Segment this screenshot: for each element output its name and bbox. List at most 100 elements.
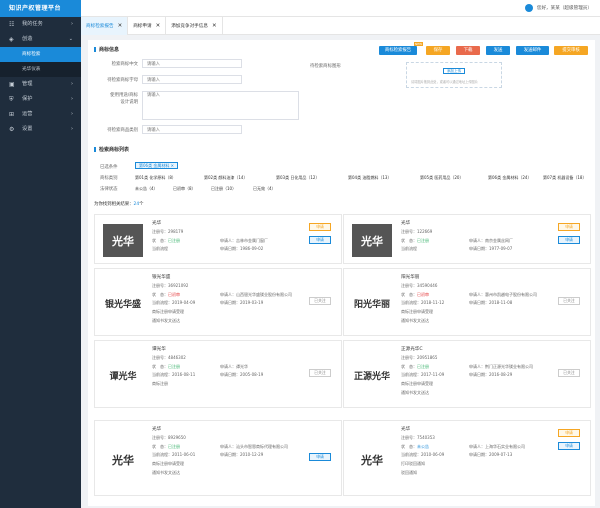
apply-date-value: 1986-09-02 bbox=[240, 246, 264, 251]
class-option[interactable]: 第07类 机器设备（18） bbox=[543, 175, 586, 181]
field-label: 注册号： bbox=[152, 355, 168, 360]
card-action-button[interactable]: 申请 bbox=[309, 453, 331, 461]
class-option[interactable]: 第02类 颜料油漆（14） bbox=[204, 175, 247, 181]
sidebar-subitem-guanghua[interactable]: 光华仪表 bbox=[0, 62, 81, 77]
card-action-button[interactable]: 已关注 bbox=[558, 297, 580, 305]
tab-trademark-report[interactable]: 商标检索报告 ✕ bbox=[81, 17, 129, 35]
tab-label: 商标检索报告 bbox=[86, 24, 114, 29]
trademark-card[interactable]: 光华 光华 注册号：122669 状 态：已注册 申请人：南京金属丝网厂 申请日期：197… bbox=[343, 214, 591, 264]
apply-date-value: 2010-12-29 bbox=[240, 452, 264, 457]
field-label: 申请日期： bbox=[220, 372, 240, 377]
trademark-card[interactable]: 正源光华 正源光华C 注册号：20951865 状 态：已注册 申请人：荆门正源光华镁业… bbox=[343, 340, 591, 408]
chevron-down-icon: ⌄ bbox=[68, 36, 73, 42]
trademark-card[interactable]: 银光华盛 银光华盛 注册号：36921092 状 态：已初审 申请人：山西银光华盛镁业股… bbox=[94, 268, 342, 336]
class-option[interactable]: 第05类 医药用品（20） bbox=[420, 175, 463, 181]
sidebar-item-operate[interactable]: ⊞ 运营 › bbox=[0, 107, 81, 122]
report-button[interactable]: 商标检索报告 bbox=[379, 46, 417, 55]
trademark-card[interactable]: 谭光华 谭光华 注册号：4846302 状 态：已注册 申请人：谭光华 申请日期：2005… bbox=[94, 340, 342, 408]
chevron-right-icon: › bbox=[71, 126, 73, 132]
process-note: 商标注册 bbox=[152, 381, 168, 386]
apply-date-field: 申请日期：2010-12-29 bbox=[220, 452, 263, 458]
status-option[interactable]: 未公告（4） bbox=[135, 186, 158, 192]
close-icon[interactable]: ✕ bbox=[118, 23, 123, 29]
status-option[interactable]: 已注册（10） bbox=[211, 186, 236, 192]
card-action-button[interactable]: 已关注 bbox=[309, 297, 331, 305]
class-option[interactable]: 第01类 化学原料（8） bbox=[135, 175, 176, 181]
image-upload-area[interactable]: 添加上传 请将图片拖到此处，或者可以通过地址上传图片 bbox=[406, 62, 502, 88]
sidebar-item-label: 管理 bbox=[22, 81, 33, 87]
cn-input[interactable] bbox=[142, 59, 242, 68]
manage-icon: ▣ bbox=[9, 81, 15, 88]
card-action-button[interactable]: 已关注 bbox=[309, 369, 331, 377]
status-field: 状 态：已注册 bbox=[401, 238, 429, 244]
close-icon[interactable]: ✕ bbox=[212, 23, 217, 29]
status-value: 已注册 bbox=[417, 364, 429, 369]
field-label: 申请人： bbox=[469, 364, 485, 369]
apply-date-value: 2009-07-13 bbox=[489, 452, 513, 457]
card-action-button[interactable]: 已关注 bbox=[558, 369, 580, 377]
save-button[interactable]: 保存 bbox=[426, 46, 450, 55]
process-note-2: 驳回通知 bbox=[401, 470, 417, 475]
pinyin-input[interactable] bbox=[142, 75, 242, 84]
status-value: 已注册 bbox=[168, 444, 180, 449]
result-count: 为你找到相关结果：24个 bbox=[94, 201, 144, 207]
sidebar-item-settings[interactable]: ⚙ 设置 › bbox=[0, 122, 81, 137]
card-action-button[interactable]: 申请 bbox=[309, 236, 331, 244]
sidebar-item-manage[interactable]: ▣ 管理 › bbox=[0, 77, 81, 92]
send-button[interactable]: 发送 bbox=[486, 46, 510, 55]
upload-button[interactable]: 添加上传 bbox=[443, 68, 465, 74]
sidebar-item-create[interactable]: ◈ 创造 ⌄ bbox=[0, 32, 81, 47]
close-icon[interactable]: ✕ bbox=[156, 23, 161, 29]
class-option[interactable]: 第04类 油脂燃料（13） bbox=[348, 175, 391, 181]
filter-selected-label: 已选条件 bbox=[100, 165, 118, 170]
applicant-value: 汕头市智恩商标代理有限公司 bbox=[236, 444, 288, 449]
trademark-logo-image: 银光华盛 bbox=[103, 287, 143, 320]
sidebar-item-label: 设置 bbox=[22, 126, 33, 132]
applicant-value: 荆门正源光华镁业有限公司 bbox=[485, 364, 533, 369]
class-option[interactable]: 第06类 金属材料（24） bbox=[488, 175, 531, 181]
download-button[interactable]: 下载 bbox=[456, 46, 480, 55]
field-label: 注册号： bbox=[152, 283, 168, 288]
class-option[interactable]: 第03类 日化用品（12） bbox=[276, 175, 319, 181]
sidebar-subitem-trademark-search[interactable]: 商标检索 bbox=[0, 47, 81, 62]
filter-chip[interactable]: 第06类 金属材料 ✕ bbox=[135, 162, 178, 169]
class-input[interactable] bbox=[142, 125, 242, 134]
card-action-button[interactable]: 申请 bbox=[558, 429, 580, 437]
sidebar-item-protect[interactable]: ⛨ 保护 › bbox=[0, 92, 81, 107]
image-label: 待检索商标图形 bbox=[310, 64, 341, 69]
tab-add-competitor[interactable]: 添加竞争对手信息 ✕ bbox=[166, 17, 223, 35]
field-label: 状 态： bbox=[152, 238, 168, 243]
field-label: 申请日期： bbox=[469, 246, 489, 251]
user-menu[interactable]: 您好，某某（超级管理员） bbox=[524, 4, 592, 12]
status-option[interactable]: 已初审（8） bbox=[173, 186, 196, 192]
status-option[interactable]: 已无效（4） bbox=[253, 186, 276, 192]
process-note: 当前流程 bbox=[401, 246, 417, 251]
card-action-button[interactable]: 申请 bbox=[558, 442, 580, 450]
status-value: 已初审 bbox=[168, 292, 180, 297]
card-action-button[interactable]: 申请 bbox=[558, 223, 580, 231]
applicant-value: 山西银光华盛镁业股份有限公司 bbox=[236, 292, 292, 297]
trademark-card[interactable]: 光华 光华 注册号：298179 状 态：已注册 申请人：吉林市金属门窗厂 申请日期：19… bbox=[94, 214, 342, 264]
submit-review-button[interactable]: 提交审核 bbox=[554, 46, 588, 55]
applicant-value: 惠州市凯越电子股份有限公司 bbox=[485, 292, 537, 297]
current-value: 2011-06-01 bbox=[172, 452, 196, 457]
trademark-card[interactable]: 光华 光华 注册号：8929650 状 态：已注册 申请人：汕头市智恩商标代理有限公司申… bbox=[94, 420, 342, 496]
pinyin-label: 待检索商标字母 bbox=[107, 78, 138, 83]
status-value: 已初审 bbox=[417, 292, 429, 297]
trademark-logo: 光华 bbox=[361, 453, 383, 467]
send-email-button[interactable]: 发送邮件 bbox=[516, 46, 549, 55]
section-title-text: 商标信息 bbox=[99, 47, 120, 53]
card-action-button[interactable]: 申请 bbox=[558, 236, 580, 244]
trademark-logo: 光华 bbox=[361, 234, 383, 248]
field-label: 当前流程： bbox=[152, 372, 172, 377]
field-label: 申请人： bbox=[220, 364, 236, 369]
trademark-card[interactable]: 光华 光华 注册号：7540353 状 态：未公告 申请人：上海华石实业有限公司 申请日期… bbox=[343, 420, 591, 496]
tab-trademark-apply[interactable]: 商标申请 ✕ bbox=[128, 17, 167, 35]
current-field: 当前流程：2019-04-09 bbox=[152, 300, 195, 306]
trademark-name: 阳光华丽 bbox=[401, 275, 420, 280]
status-field: 状 态：已注册 bbox=[152, 238, 180, 244]
trademark-card[interactable]: 阳光华丽 阳光华丽 注册号：34590446 状 态：已初审 申请人：惠州市凯越电子股份… bbox=[343, 268, 591, 336]
sidebar-item-tasks[interactable]: ☷ 我的任务 › bbox=[0, 17, 81, 32]
use-textarea[interactable] bbox=[142, 91, 299, 120]
card-action-button[interactable]: 申请 bbox=[309, 223, 331, 231]
